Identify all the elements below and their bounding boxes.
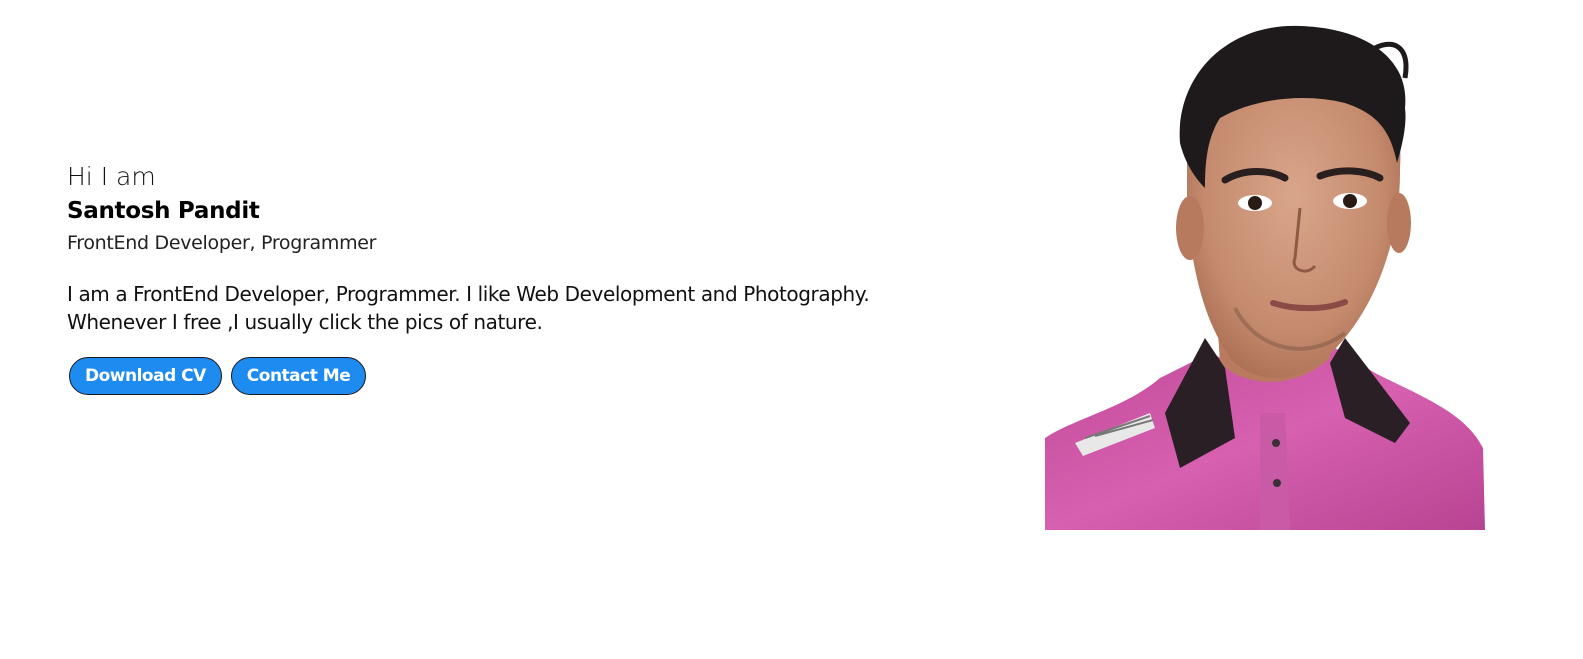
bio-line: I am a FrontEnd Developer, Programmer. I… [67, 282, 870, 306]
bio-line: Whenever I free ,I usually click the pic… [67, 310, 543, 334]
contact-me-button[interactable]: Contact Me [230, 357, 367, 395]
action-buttons: Download CV Contact Me [67, 357, 987, 395]
download-cv-button[interactable]: Download CV [69, 357, 222, 395]
greeting-text: Hi I am [67, 162, 156, 191]
bio-paragraph: I am a FrontEnd Developer, Programmer. I… [67, 280, 987, 336]
person-name: Santosh Pandit [67, 198, 260, 224]
profile-photo-image [1045, 18, 1485, 530]
profile-photo [1045, 18, 1485, 530]
hero-section: Hi I am Santosh Pandit FrontEnd Develope… [0, 0, 1583, 659]
intro-block: Hi I am Santosh Pandit FrontEnd Develope… [67, 160, 987, 395]
job-title: FrontEnd Developer, Programmer [67, 232, 377, 254]
